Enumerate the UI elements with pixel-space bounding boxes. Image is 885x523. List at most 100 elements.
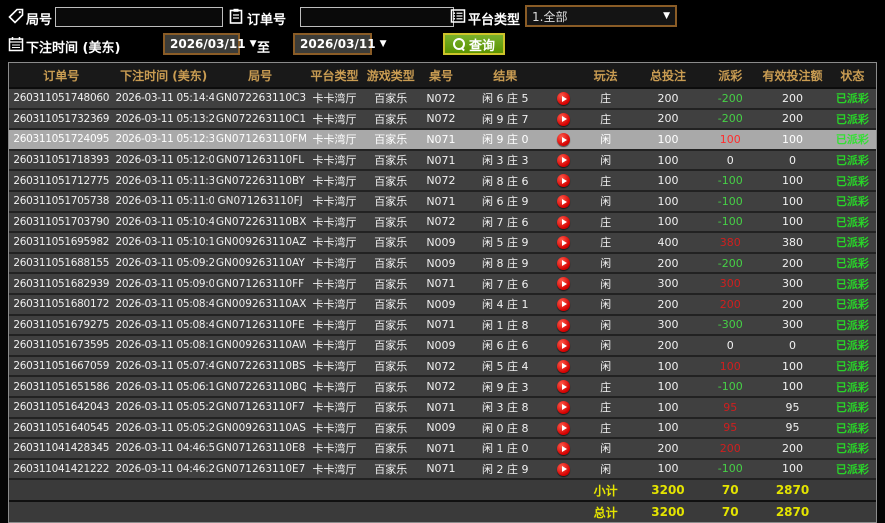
col-header-status: 状态 [828,63,876,89]
table-row[interactable]: 260311051651586 2026-03-11 05:06:19 GN07… [9,376,876,397]
cell-game-type: 百家乐 [362,190,419,212]
cell-bet-time: 2026-03-11 05:13:21 [113,108,214,130]
cell-valid-bet: 300 [756,314,829,336]
play-video-icon[interactable] [556,133,570,147]
col-header-valid: 有效投注额 [756,63,829,89]
play-video-icon[interactable] [556,380,570,394]
table-row[interactable]: 260311051682939 2026-03-11 05:09:03 GN07… [9,273,876,294]
table-row[interactable]: 260311051688155 2026-03-11 05:09:28 GN00… [9,252,876,274]
cell-result: 闲 6 庄 9 [463,190,548,212]
cell-game-type: 百家乐 [362,335,419,356]
cell-play [547,417,580,439]
table-row[interactable]: 260311051712775 2026-03-11 05:11:35 GN07… [9,170,876,191]
table-row[interactable]: 260311051724095 2026-03-11 05:12:35 GN07… [9,129,876,150]
query-button[interactable]: 查询 [443,33,506,55]
search-icon [453,38,465,50]
table-row[interactable]: 260311051748060 2026-03-11 05:14:40 GN07… [9,88,876,109]
cell-game-type: 百家乐 [362,458,419,480]
cell-play-type: 庄 [579,211,632,233]
cell-game-type: 百家乐 [362,211,419,233]
cell-play-type: 闲 [579,252,632,274]
date-range-to-label: 至 [257,41,271,56]
play-video-icon[interactable] [556,277,570,291]
cell-round-number: GN071263110FM [213,129,307,150]
cell-platform-type: 卡卡湾厅 [306,335,363,356]
cell-valid-bet: 100 [756,211,829,233]
cell-bet-time: 2026-03-11 05:11:35 [113,170,214,191]
table-row[interactable]: 260311051679275 2026-03-11 05:08:40 GN07… [9,314,876,336]
play-video-icon[interactable] [556,92,570,106]
table-row[interactable]: 260311051732369 2026-03-11 05:13:21 GN07… [9,108,876,130]
cell-total-bet: 100 [631,417,705,439]
cell-table-number: N071 [418,314,464,336]
cell-round-number: GN071263110E7 [213,458,307,480]
play-video-icon[interactable] [556,400,570,414]
cell-play [547,232,580,253]
cell-result: 闲 8 庄 6 [463,170,548,191]
cell-play [547,108,580,130]
table-row[interactable]: 260311041428345 2026-03-11 04:46:58 GN07… [9,438,876,459]
cell-total-bet: 200 [631,252,705,274]
cell-game-type: 百家乐 [362,232,419,253]
cell-game-type: 百家乐 [362,417,419,439]
table-row[interactable]: 260311051673595 2026-03-11 05:08:11 GN00… [9,335,876,356]
table-row[interactable]: 260311051667059 2026-03-11 05:07:40 GN07… [9,355,876,377]
cell-play [547,396,580,418]
cell-valid-bet: 100 [756,129,829,150]
cell-round-number: GN071263110FJ [213,190,307,212]
play-video-icon[interactable] [556,195,570,209]
col-header-time: 下注时间 (美东) [113,63,214,89]
chevron-down-icon: ▼ [379,39,387,49]
cell-order-number: 260311051703790 [9,211,114,233]
cell-platform-type: 卡卡湾厅 [306,417,363,439]
play-video-icon[interactable] [556,318,570,332]
bet-records-table: 订单号 下注时间 (美东) 局号 平台类型 游戏类型 桌号 结果 玩法 总投注 … [8,62,877,523]
total-payout: 70 [704,501,757,523]
cell-bet-time: 2026-03-11 05:09:28 [113,252,214,274]
table-row[interactable]: 260311051718393 2026-03-11 05:12:04 GN07… [9,149,876,171]
play-video-icon[interactable] [556,153,570,167]
cell-valid-bet: 0 [756,335,829,356]
date-to-select[interactable]: 2026/03/11 ▼ [293,33,386,55]
table-row[interactable]: 260311051705738 2026-03-11 05:11:02 GN07… [9,190,876,212]
round-number-input[interactable] [55,7,223,27]
chevron-down-icon: ▼ [663,11,670,21]
cell-bet-time: 2026-03-11 05:12:04 [113,149,214,171]
table-row[interactable]: 260311051703790 2026-03-11 05:10:49 GN07… [9,211,876,233]
play-video-icon[interactable] [556,421,570,435]
order-number-input[interactable] [300,7,454,27]
cell-game-type: 百家乐 [362,355,419,377]
date-from-select[interactable]: 2026/03/11 ▼ [163,33,256,55]
cell-result: 闲 9 庄 7 [463,108,548,130]
table-row[interactable]: 260311051695982 2026-03-11 05:10:10 GN00… [9,232,876,253]
play-video-icon[interactable] [556,339,570,353]
play-video-icon[interactable] [556,462,570,476]
play-video-icon[interactable] [556,359,570,373]
play-video-icon[interactable] [556,174,570,188]
cell-status: 已派彩 [828,355,876,377]
play-video-icon[interactable] [556,112,570,126]
play-video-icon[interactable] [556,297,570,311]
cell-table-number: N071 [418,129,464,150]
table-row[interactable]: 260311041421222 2026-03-11 04:46:22 GN07… [9,458,876,480]
cell-play-type: 闲 [579,355,632,377]
cell-play-type: 闲 [579,129,632,150]
cell-bet-time: 2026-03-11 04:46:58 [113,438,214,459]
play-video-icon[interactable] [556,442,570,456]
cell-platform-type: 卡卡湾厅 [306,170,363,191]
col-header-hall: 平台类型 [306,63,363,89]
cell-table-number: N072 [418,376,464,397]
cell-play-type: 庄 [579,88,632,109]
table-row[interactable]: 260311051680172 2026-03-11 05:08:45 GN00… [9,293,876,315]
bet-time-label: 下注时间 (美东) [26,41,121,56]
table-row[interactable]: 260311051640545 2026-03-11 05:05:21 GN00… [9,417,876,439]
cell-status: 已派彩 [828,314,876,336]
cell-payout: -100 [704,458,757,480]
platform-type-select[interactable]: 1.全部 ▼ [525,5,677,27]
table-row[interactable]: 260311051642043 2026-03-11 05:05:29 GN07… [9,396,876,418]
play-video-icon[interactable] [556,236,570,250]
cell-game-type: 百家乐 [362,170,419,191]
cell-status: 已派彩 [828,170,876,191]
play-video-icon[interactable] [556,256,570,270]
play-video-icon[interactable] [556,215,570,229]
